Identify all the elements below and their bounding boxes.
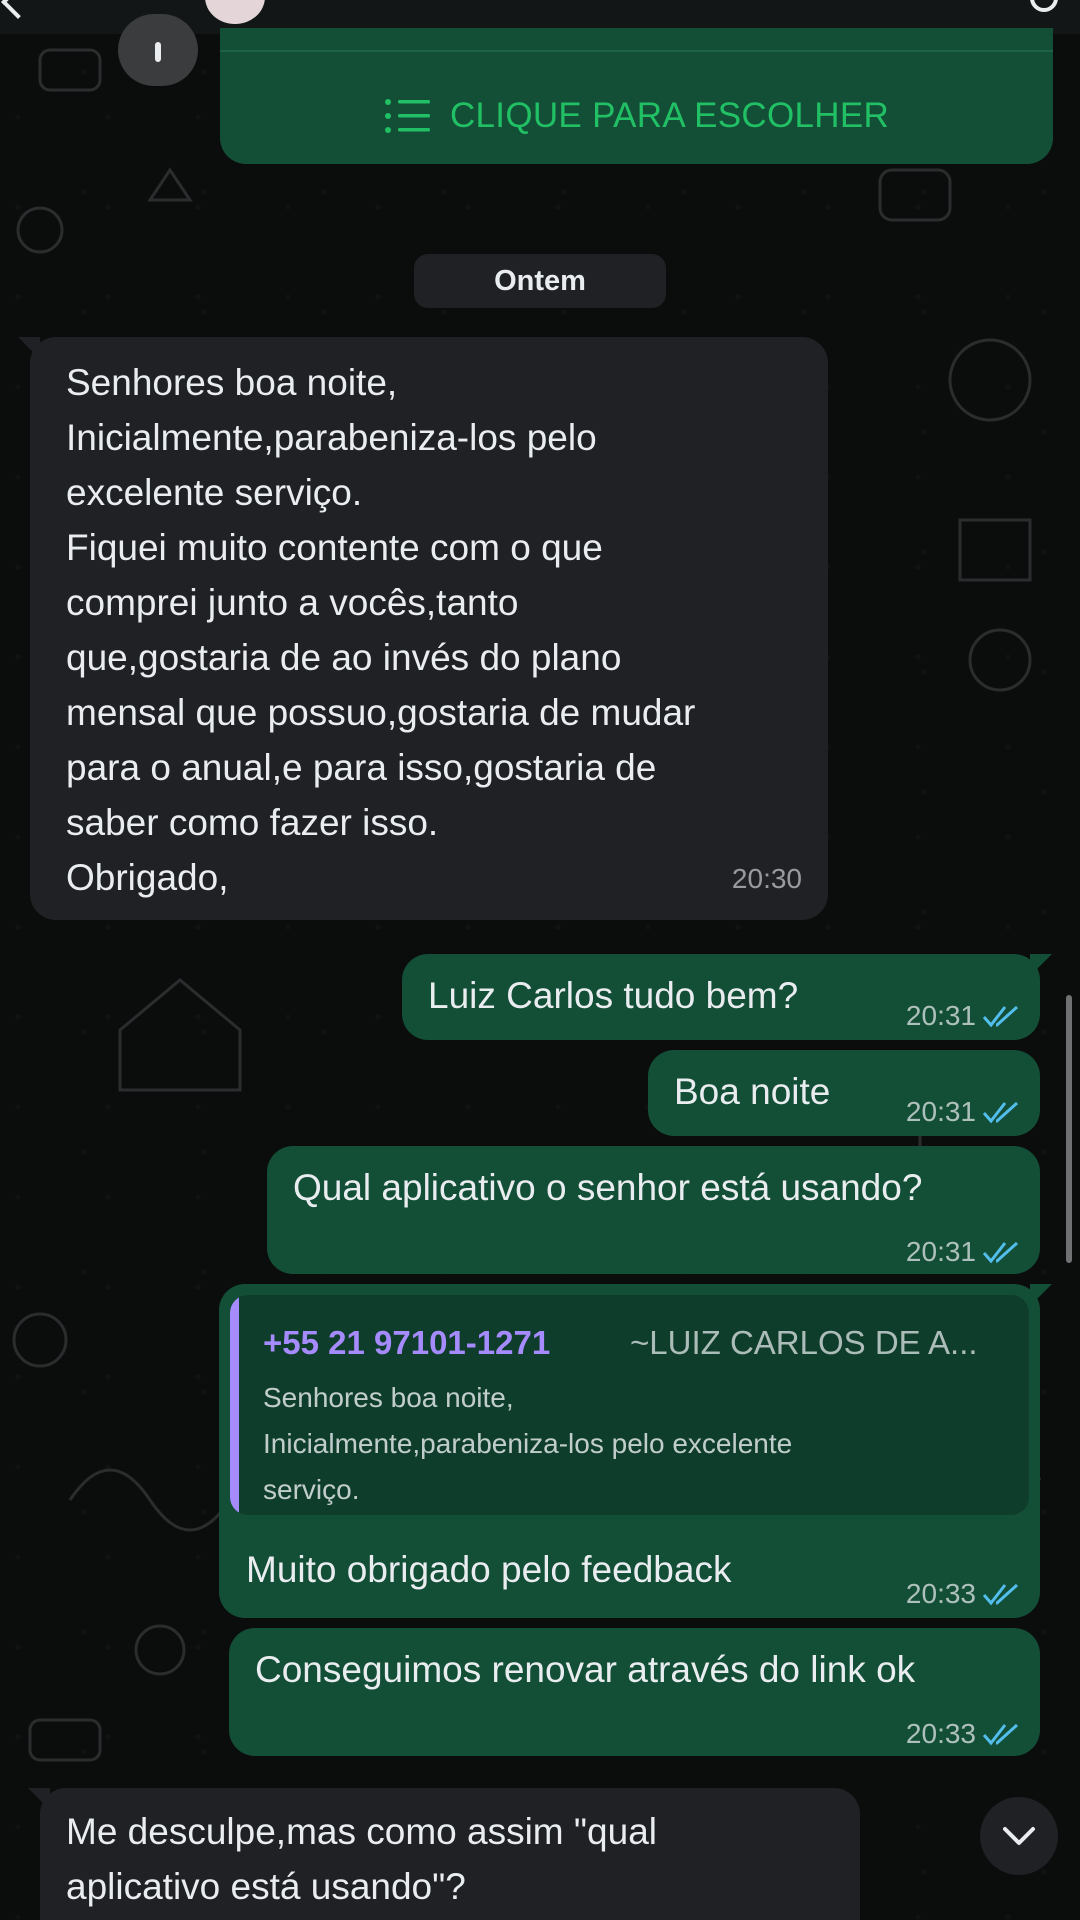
message-text: Qual aplicativo o senhor está usando? (293, 1167, 923, 1208)
list-message-bubble: CLIQUE PARA ESCOLHER (220, 28, 1053, 164)
scrollbar[interactable] (1066, 995, 1072, 1263)
message-time-label: 20:31 (905, 1000, 976, 1031)
message-time: 20:31 (906, 1084, 1020, 1139)
message-text: Luiz Carlos tudo bem? (428, 975, 799, 1016)
message-text: Boa noite (674, 1071, 831, 1112)
incoming-message[interactable]: Senhores boa noite, Inicialmente,paraben… (30, 337, 828, 920)
outgoing-message[interactable]: Luiz Carlos tudo bem? 20:31 (402, 954, 1040, 1040)
message-time: 20:31 (906, 988, 1020, 1043)
message-time: 20:31 (906, 1224, 1020, 1279)
quoted-text: Senhores boa noite, Inicialmente,paraben… (263, 1382, 793, 1505)
outgoing-message[interactable]: Qual aplicativo o senhor está usando? 20… (267, 1146, 1040, 1274)
quoted-author-phone: +55 21 97101-1271 (263, 1324, 551, 1361)
list-icon (384, 99, 430, 133)
message-time-label: 20:33 (905, 1718, 976, 1749)
message-text: Senhores boa noite, Inicialmente,paraben… (66, 362, 696, 898)
choose-option-button[interactable]: CLIQUE PARA ESCOLHER (220, 88, 1053, 144)
message-text: Conseguimos renovar através do link ok (255, 1649, 916, 1690)
quote-accent-bar (230, 1295, 239, 1515)
message-time-label: 20:31 (905, 1096, 976, 1127)
scroll-to-bottom-button[interactable] (980, 1797, 1058, 1875)
message-text: Me desculpe,mas como assim "qual aplicat… (66, 1811, 657, 1907)
double-check-icon (982, 1005, 1019, 1027)
message-time: 20:33 (906, 1706, 1020, 1761)
double-check-icon (982, 1723, 1019, 1745)
message-time: 20:30 (732, 851, 802, 906)
message-time: 20:33 (906, 1566, 1020, 1621)
incoming-message[interactable]: Me desculpe,mas como assim "qual aplicat… (40, 1788, 860, 1920)
message-time-label: 20:31 (905, 1236, 976, 1267)
quoted-author-name: ~LUIZ CARLOS DE A... (630, 1324, 978, 1361)
outgoing-message[interactable]: Conseguimos renovar através do link ok 2… (229, 1628, 1040, 1756)
divider (220, 50, 1053, 52)
message-time-label: 20:33 (905, 1578, 976, 1609)
date-divider: Ontem (414, 254, 666, 308)
quoted-message[interactable]: +55 21 97101-1271 ~LUIZ CARLOS DE A... S… (230, 1295, 1029, 1515)
date-divider-label: Ontem (494, 264, 586, 297)
outgoing-message[interactable]: Boa noite 20:31 (648, 1050, 1040, 1136)
outgoing-reply-message[interactable]: +55 21 97101-1271 ~LUIZ CARLOS DE A... S… (219, 1284, 1040, 1618)
chevron-down-icon (1003, 1827, 1035, 1845)
double-check-icon (982, 1583, 1019, 1605)
back-arrow-icon[interactable] (1, 0, 35, 19)
double-check-icon (982, 1241, 1019, 1263)
scroll-handle[interactable] (118, 14, 198, 86)
message-time-label: 20:30 (731, 863, 802, 894)
message-text: Muito obrigado pelo feedback (246, 1549, 732, 1590)
double-check-icon (982, 1101, 1019, 1123)
contact-avatar[interactable] (205, 0, 265, 24)
choose-option-label: CLIQUE PARA ESCOLHER (449, 96, 890, 135)
call-icon[interactable] (1030, 0, 1058, 12)
